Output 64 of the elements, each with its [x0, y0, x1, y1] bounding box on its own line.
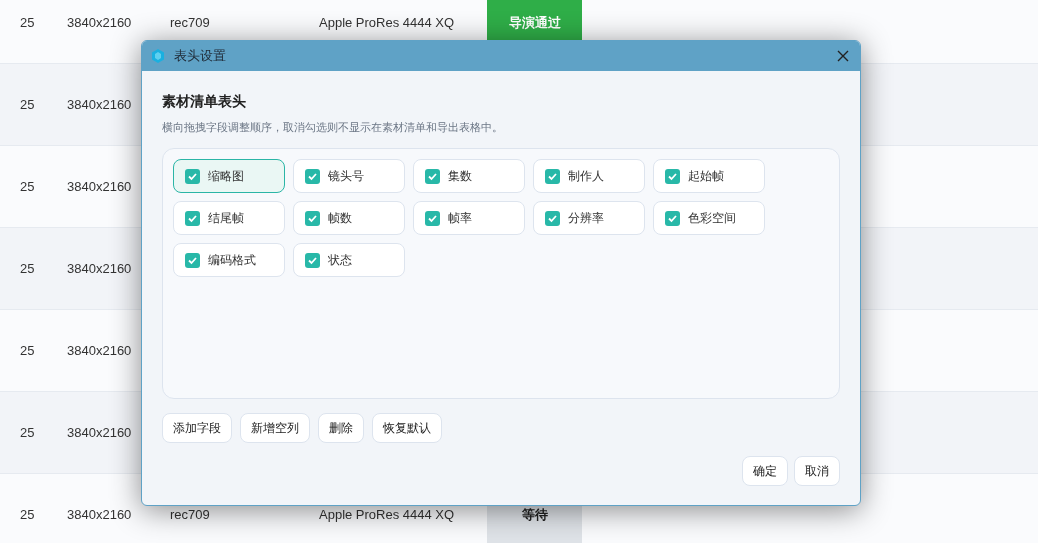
button[interactable]: 删除 — [318, 413, 364, 443]
field-chip[interactable]: 编码格式 — [173, 243, 285, 277]
table-cell-text: Apple ProRes 4444 XQ — [319, 13, 456, 32]
field-label: 色彩空间 — [688, 210, 736, 227]
checkbox[interactable] — [545, 168, 560, 184]
field-label: 缩略图 — [208, 168, 244, 185]
table-cell-text: 3840x2160 — [67, 259, 131, 278]
field-chip[interactable]: 帧数 — [293, 201, 405, 235]
table-cell-text: Apple ProRes 4444 XQ — [319, 505, 456, 524]
checkbox[interactable] — [425, 168, 440, 184]
checkbox[interactable] — [185, 210, 200, 226]
field-label: 集数 — [448, 168, 472, 185]
field-label: 状态 — [328, 252, 352, 269]
field-label: 制作人 — [568, 168, 604, 185]
table-cell-text: 25 — [20, 95, 36, 114]
table-cell-text: 25 — [20, 341, 36, 360]
table-cell-text: rec709 — [170, 505, 211, 524]
button[interactable]: 添加字段 — [162, 413, 232, 443]
button[interactable]: 取消 — [794, 456, 840, 486]
dialog-title: 表头设置 — [174, 47, 227, 66]
table-cell-text: 3840x2160 — [67, 341, 131, 360]
checkbox[interactable] — [665, 210, 680, 226]
field-chip[interactable]: 状态 — [293, 243, 405, 277]
field-chip[interactable]: 结尾帧 — [173, 201, 285, 235]
table-cell-text: 3840x2160 — [67, 13, 131, 32]
table-cell-text: 25 — [20, 505, 36, 524]
field-chip[interactable]: 分辨率 — [533, 201, 645, 235]
field-label: 结尾帧 — [208, 210, 244, 227]
field-label: 分辨率 — [568, 210, 604, 227]
table-cell-text: 3840x2160 — [67, 177, 131, 196]
field-chip[interactable]: 镜头号 — [293, 159, 405, 193]
field-label: 帧率 — [448, 210, 472, 227]
table-cell-text: rec709 — [170, 13, 211, 32]
section-heading: 素材清单表头 — [162, 92, 247, 111]
checkbox[interactable] — [185, 168, 200, 184]
field-label: 编码格式 — [208, 252, 256, 269]
field-chip[interactable]: 色彩空间 — [653, 201, 765, 235]
field-chip[interactable]: 起始帧 — [653, 159, 765, 193]
checkbox[interactable] — [305, 210, 320, 226]
field-label: 起始帧 — [688, 168, 724, 185]
checkbox[interactable] — [185, 252, 200, 268]
logo-icon — [150, 48, 166, 64]
field-chip[interactable]: 制作人 — [533, 159, 645, 193]
checkbox[interactable] — [305, 252, 320, 268]
button[interactable]: 恢复默认 — [372, 413, 442, 443]
table-cell-text: 25 — [20, 13, 36, 32]
table-cell-text: 3840x2160 — [67, 505, 131, 524]
table-cell-text: 25 — [20, 177, 36, 196]
field-label: 帧数 — [328, 210, 352, 227]
checkbox[interactable] — [545, 210, 560, 226]
checkbox[interactable] — [305, 168, 320, 184]
field-chip[interactable]: 缩略图 — [173, 159, 285, 193]
hint-text: 横向拖拽字段调整顺序，取消勾选则不显示在素材清单和导出表格中。 — [162, 120, 504, 135]
checkbox[interactable] — [425, 210, 440, 226]
checkbox[interactable] — [665, 168, 680, 184]
field-label: 镜头号 — [328, 168, 364, 185]
table-cell-text: 25 — [20, 259, 36, 278]
field-chip[interactable]: 集数 — [413, 159, 525, 193]
table-cell-text: 3840x2160 — [67, 423, 131, 442]
field-chip[interactable]: 帧率 — [413, 201, 525, 235]
button[interactable]: 确定 — [742, 456, 788, 486]
table-cell-text: 3840x2160 — [67, 95, 131, 114]
button[interactable]: 新增空列 — [240, 413, 310, 443]
table-cell-text: 25 — [20, 423, 36, 442]
